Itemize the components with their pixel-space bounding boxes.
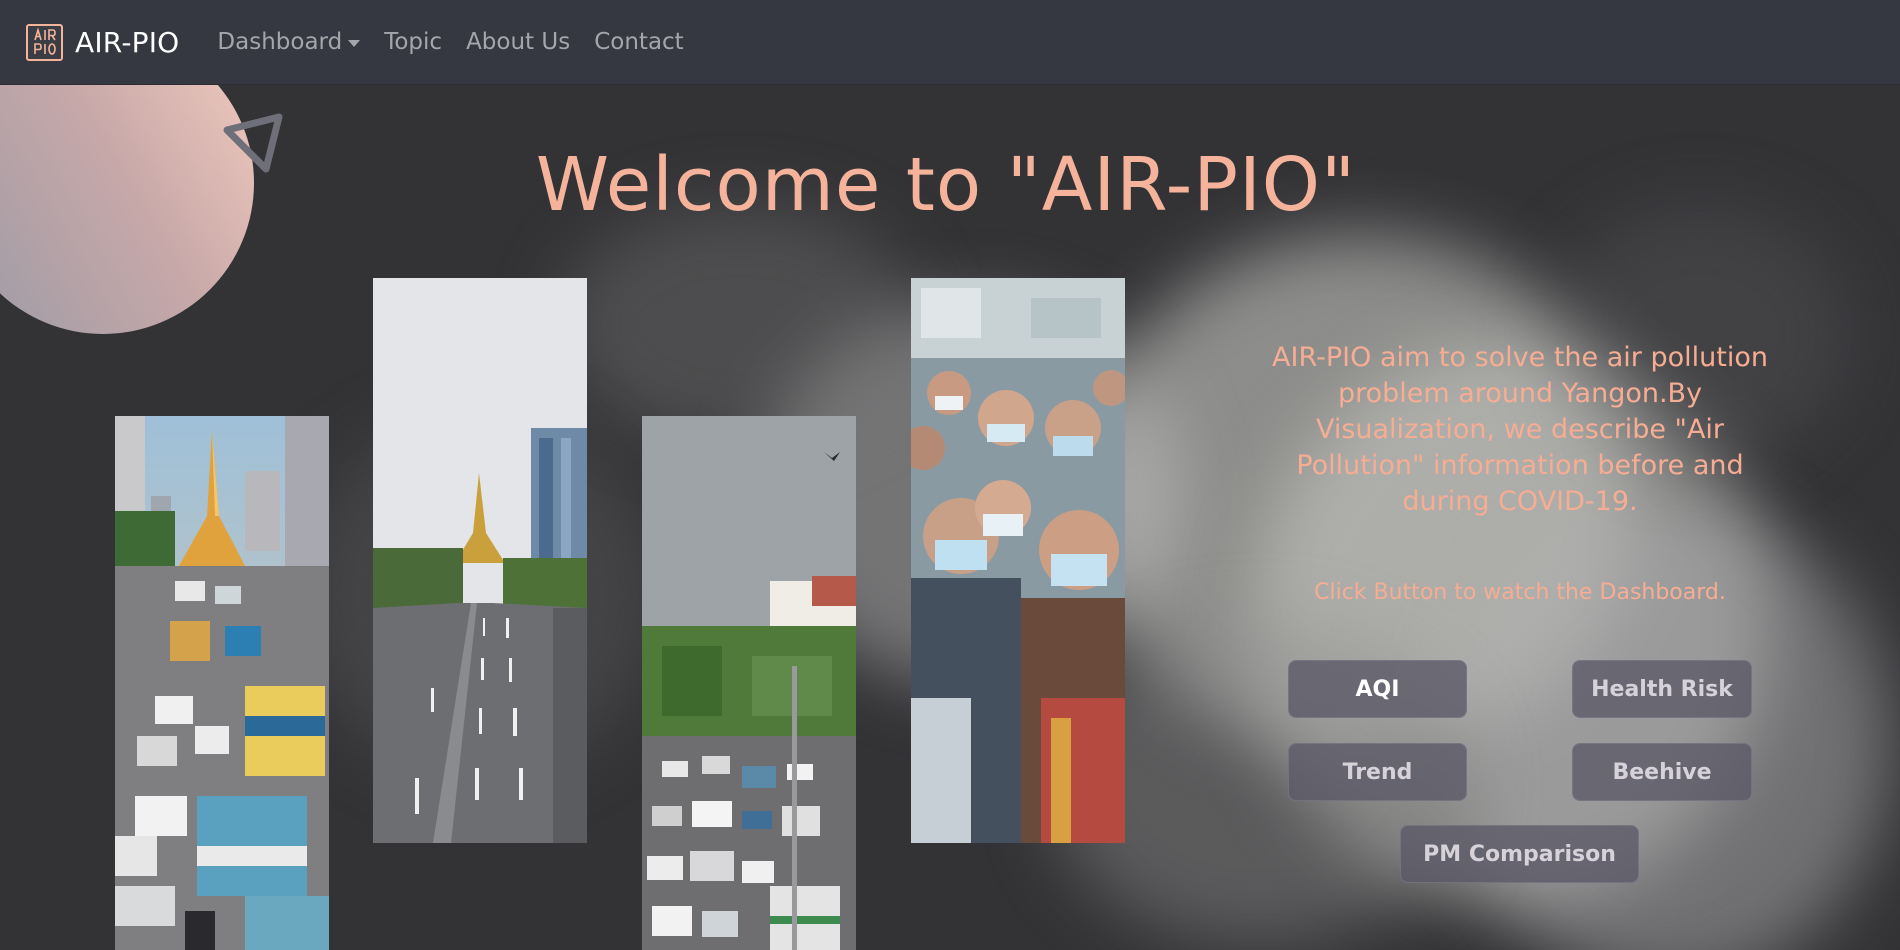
nav-dashboard-label: Dashboard (217, 29, 343, 55)
brand-name: AIR-PIO (75, 25, 180, 59)
brand-link[interactable]: AIR-PIO (26, 23, 180, 61)
trend-button[interactable]: Trend (1288, 743, 1467, 801)
health-risk-button[interactable]: Health Risk (1572, 660, 1752, 718)
nav-topic[interactable]: Topic (384, 29, 442, 55)
nav-contact[interactable]: Contact (594, 29, 683, 55)
hero-title: Welcome to "AIR-PIO" (535, 142, 1357, 228)
nav-about-us[interactable]: About Us (466, 29, 570, 55)
caret-down-icon (348, 39, 361, 47)
photo-empty-road (373, 278, 587, 843)
nav-dashboard-dropdown[interactable]: Dashboard (217, 29, 361, 55)
intro-description: AIR-PIO aim to solve the air pollution p… (1272, 342, 1768, 517)
photo-traffic-pagoda (115, 416, 329, 950)
beehive-button[interactable]: Beehive (1572, 743, 1752, 801)
aqi-button[interactable]: AQI (1288, 660, 1467, 718)
top-navbar: AIR-PIO Dashboard Topic About Us Contact (0, 0, 1900, 85)
hero-title-wrapper: Welcome to "AIR-PIO" (0, 142, 1900, 228)
pm-comparison-button[interactable]: PM Comparison (1400, 825, 1639, 883)
nav-menu: Dashboard Topic About Us Contact (205, 29, 695, 55)
dashboard-hint: Click Button to watch the Dashboard. (1314, 580, 1726, 605)
photo-masked-crowd (911, 278, 1125, 843)
air-pio-logo-icon (26, 23, 63, 61)
photo-city-traffic (642, 416, 856, 950)
